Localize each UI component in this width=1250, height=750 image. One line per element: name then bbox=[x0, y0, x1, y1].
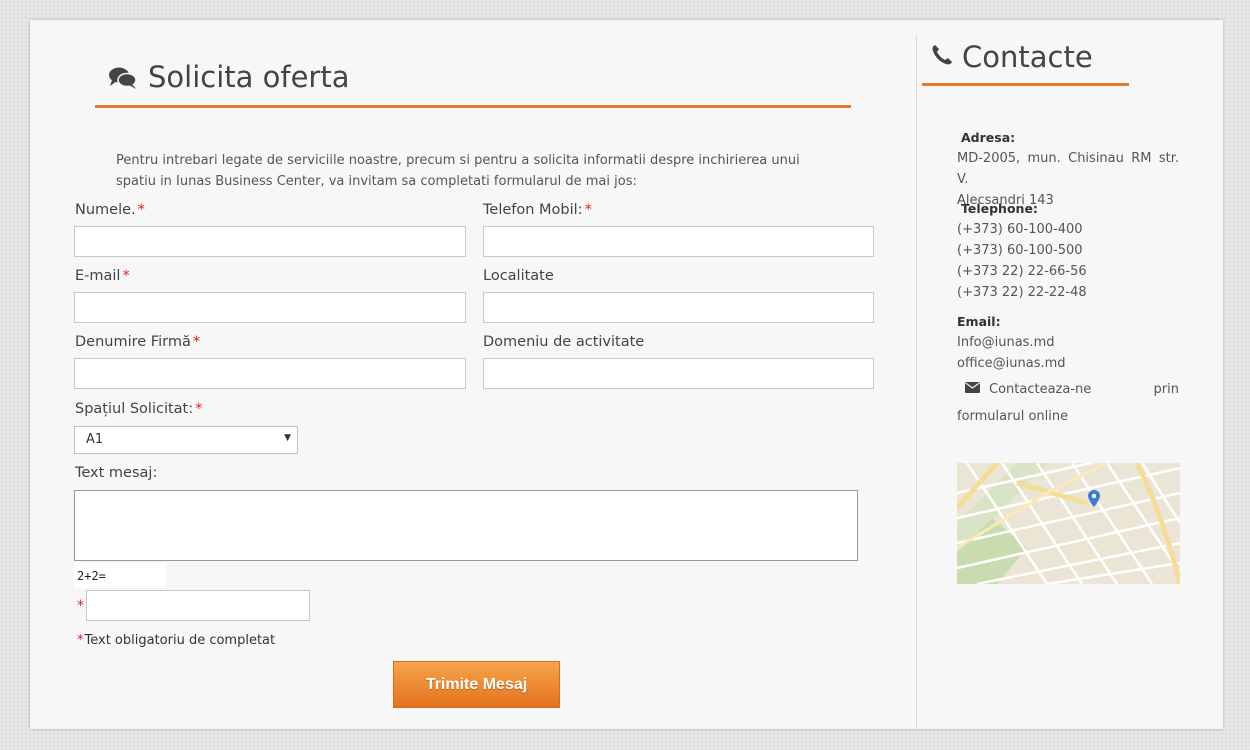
name-label: Numele. * bbox=[75, 202, 145, 218]
space-select-value: A1 bbox=[86, 432, 104, 447]
message-label: Text mesaj: bbox=[75, 465, 158, 481]
phone-label: Telefon Mobil: * bbox=[483, 202, 592, 218]
company-input[interactable] bbox=[74, 358, 466, 389]
space-label: Spațiul Solicitat: * bbox=[75, 401, 203, 417]
comments-icon bbox=[108, 64, 138, 90]
captcha-input[interactable] bbox=[86, 590, 310, 621]
phone-item: (+373 22) 22-66-56 bbox=[957, 264, 1087, 279]
contact-title-text: Contacte bbox=[962, 40, 1093, 74]
locality-input[interactable] bbox=[483, 292, 874, 323]
email-heading: Email: bbox=[957, 314, 1001, 329]
email-item[interactable]: Info@iunas.md bbox=[957, 332, 1066, 353]
phone-input[interactable] bbox=[483, 226, 874, 257]
company-label: Denumire Firmă * bbox=[75, 334, 201, 350]
address-heading: Adresa: bbox=[961, 130, 1016, 145]
contact-title-underline bbox=[922, 83, 1129, 86]
submit-button[interactable]: Trimite Mesaj bbox=[393, 661, 560, 708]
form-title-underline bbox=[95, 105, 851, 108]
chevron-down-icon: ▼ bbox=[284, 433, 291, 443]
phone-item: (+373 22) 22-22-48 bbox=[957, 285, 1087, 300]
phone-icon bbox=[930, 40, 954, 74]
address-line1: MD-2005, mun. Chisinau RM str. V. bbox=[957, 151, 1179, 187]
form-title-text: Solicita oferta bbox=[148, 60, 350, 94]
captcha-required-mark: * bbox=[77, 598, 84, 614]
envelope-icon bbox=[965, 376, 980, 403]
form-title: Solicita oferta bbox=[108, 60, 350, 94]
page-card: Solicita oferta Pentru intrebari legate … bbox=[30, 20, 1223, 729]
captcha-question: 2+2= bbox=[74, 563, 166, 588]
form-intro: Pentru intrebari legate de serviciile no… bbox=[116, 153, 800, 189]
map-marker-icon bbox=[1088, 490, 1100, 511]
phone-item: (+373) 60-100-400 bbox=[957, 222, 1083, 237]
phone-heading: Telephone: bbox=[961, 201, 1038, 216]
domain-input[interactable] bbox=[483, 358, 874, 389]
email-label: E-mail * bbox=[75, 268, 130, 284]
contact-form-link[interactable]: Contacteaza-ne prin formularul online bbox=[957, 376, 1179, 430]
location-map[interactable] bbox=[957, 463, 1180, 584]
email-input[interactable] bbox=[74, 292, 466, 323]
column-divider bbox=[916, 36, 917, 729]
email-block: Email: Info@iunas.md office@iunas.md bbox=[957, 311, 1066, 374]
email-item[interactable]: office@iunas.md bbox=[957, 353, 1066, 374]
phone-item: (+373) 60-100-500 bbox=[957, 243, 1083, 258]
locality-label: Localitate bbox=[483, 268, 554, 284]
contact-link-text-1: Contacteaza-ne bbox=[989, 382, 1092, 397]
name-input[interactable] bbox=[74, 226, 466, 257]
space-select[interactable]: A1 ▼ bbox=[74, 426, 298, 454]
address-block: Adresa: bbox=[957, 127, 1015, 148]
message-textarea[interactable] bbox=[74, 490, 858, 561]
phone-block: Telephone: (+373) 60-100-400 (+373) 60-1… bbox=[957, 198, 1087, 303]
contact-title: Contacte bbox=[930, 40, 1093, 74]
mandatory-note: *Text obligatoriu de completat bbox=[77, 633, 276, 648]
contact-link-text-3: formularul online bbox=[957, 409, 1069, 424]
domain-label: Domeniu de activitate bbox=[483, 334, 645, 350]
contact-link-text-2: prin bbox=[1153, 382, 1179, 397]
